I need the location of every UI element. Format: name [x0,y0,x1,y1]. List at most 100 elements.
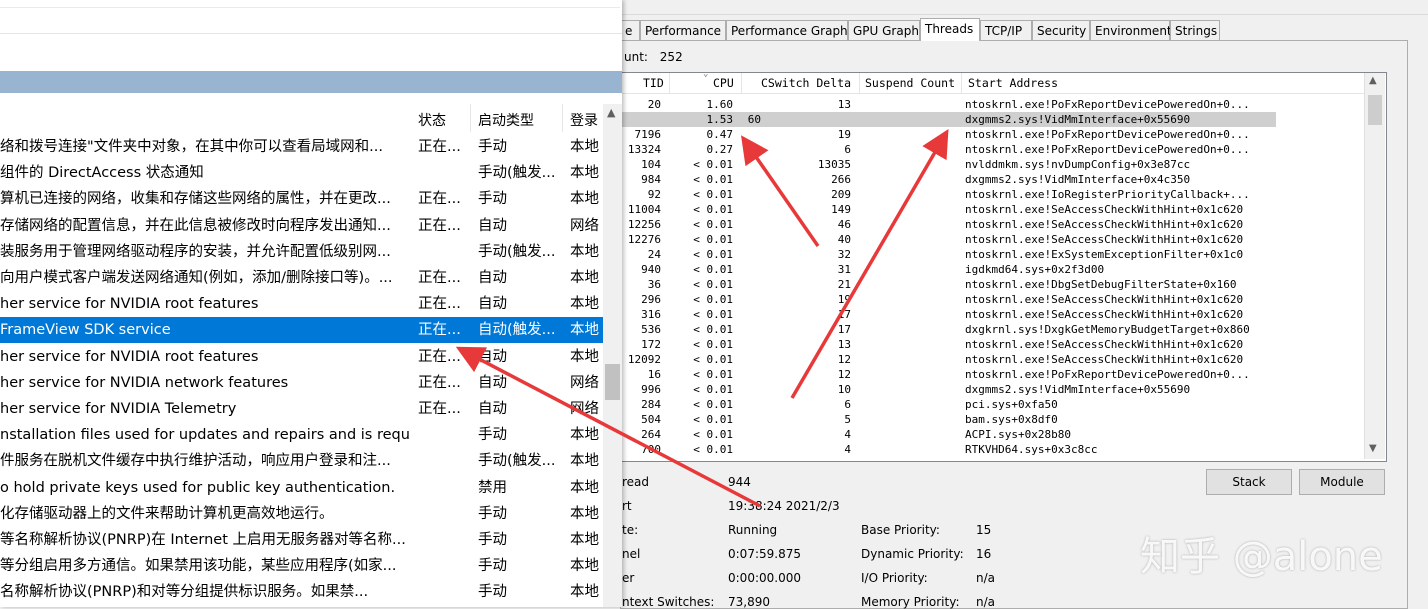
thread-row[interactable]: 13324 0.27 6 ntoskrnl.exe!PoFxReportDeviceP… [621,142,1366,157]
scroll-up-icon[interactable]: ▲ [1369,75,1377,86]
thread-cswitch-delta: 209 [831,188,851,201]
sort-indicator-icon: ⌄ [703,72,709,79]
tab-tcpip[interactable]: TCP/IP [980,20,1032,40]
service-row[interactable]: o hold private keys used for public key … [0,475,604,501]
thread-row[interactable]: 11004 < 0.01 149 ntoskrnl.exe!SeAccessCheck… [621,202,1366,217]
tab-threads[interactable]: Threads [920,18,980,41]
thread-start-address: dxgmms2.sys!VidMmInterface+0x4c350 [965,173,1191,186]
service-row[interactable]: 络和拨号连接"文件夹中对象，在其中你可以查看局域网和... 正在... 手动 本地 [0,134,604,160]
thread-row[interactable]: 172 < 0.01 13 ntoskrnl.exe!SeAccessCheckWit… [621,337,1366,352]
thread-cswitch-delta: 4 [844,428,851,441]
detail-base-priority-label: Base Priority: [861,523,940,537]
tab-image-partial[interactable]: e [620,20,640,40]
service-row[interactable]: nstallation files used for updates and r… [0,422,604,448]
scroll-thumb[interactable] [1368,95,1382,125]
thread-start-address: dxgmms2.sys!VidMmInterface+0x55690 [965,113,1191,126]
thread-row[interactable]: 36 < 0.01 21 ntoskrnl.exe!DbgSetDebugFilter… [621,277,1366,292]
service-row[interactable]: her service for NVIDIA root features 正在..… [0,291,604,317]
service-row[interactable]: 算机已连接的网络，收集和存储这些网络的属性，并在更改... 正在... 手动 本地 [0,186,604,212]
col-start-address[interactable]: Start Address [968,76,1058,90]
service-row[interactable]: 等名称解析协议(PNRP)在 Internet 上启用无服务器对等名称... 手动… [0,527,604,553]
service-logon: 本地 [570,479,599,496]
col-logon[interactable]: 登录 [570,110,598,130]
thread-start-address: ntoskrnl.exe!SeAccessCheckWithHint+0x1c6… [965,218,1244,231]
thread-row[interactable]: 9441.5360dxgmms2.sys!VidMmInterface+0x55… [621,112,1276,127]
thread-tid: 12276 [627,233,661,246]
thread-row[interactable]: 104 < 0.01 13035 nvlddmkm.sys!nvDumpConfig+… [621,157,1366,172]
tab-environment[interactable]: Environment [1090,20,1172,40]
thread-start-address: igdkmd64.sys+0x2f3d00 [965,263,1105,276]
col-status[interactable]: 状态 [418,110,446,130]
thread-list[interactable]: TID ⌄ CPU CSwitch Delta Suspend Count St… [620,72,1387,462]
stack-button[interactable]: Stack [1206,469,1292,495]
thread-tid: 20 [647,98,661,111]
thread-row[interactable]: 12256 < 0.01 46 ntoskrnl.exe!SeAccessCheckW… [621,217,1366,232]
thread-row[interactable]: 536 < 0.01 17 dxgkrnl.sys!DxgkGetMemoryBudg… [621,322,1366,337]
detail-start-value: 19:38:24 2021/2/3 [728,499,840,513]
service-row[interactable]: her service for NVIDIA Telemetry 正在... 自动 网… [0,396,604,422]
service-row[interactable]: 组件的 DirectAccess 状态通知 手动(触发... 本地 [0,160,604,186]
tab-gpu-graph[interactable]: GPU Graph [848,20,920,40]
detail-user-value: 0:00:00.000 [728,571,801,585]
thread-row[interactable]: 264 < 0.01 4 ACPI.sys+0x28b80 [621,427,1366,442]
service-row[interactable]: 件服务在脱机文件缓存中执行维护活动，响应用户登录和注... 手动(触发... 本地 [0,448,604,474]
thread-row[interactable]: 7196 0.47 19 ntoskrnl.exe!PoFxReportDeviceP… [621,127,1366,142]
service-logon: 本地 [570,505,599,522]
thread-row[interactable]: 12276 < 0.01 40 ntoskrnl.exe!SeAccessCheckW… [621,232,1366,247]
col-suspend-count[interactable]: Suspend Count [865,76,955,90]
thread-cswitch-delta: 5 [844,413,851,426]
thread-list-scrollbar[interactable]: ▲ ▼ [1364,73,1385,459]
service-row[interactable]: 等分组启用多方通信。如果禁用该功能，某些应用程序(如家... 手动 本地 [0,553,604,579]
service-row[interactable]: FrameView SDK service 正在... 自动(触发... 本地 [0,317,604,344]
service-row[interactable]: her service for NVIDIA network features 正… [0,370,604,396]
col-tid[interactable]: TID [643,76,664,90]
service-startup-type: 手动(触发... [478,165,556,182]
thread-row[interactable]: 284 < 0.01 6 pci.sys+0xfa50 [621,397,1366,412]
service-row[interactable]: 化存储驱动器上的文件来帮助计算机更高效地运行。 手动 本地 [0,501,604,527]
thread-row[interactable]: 12092 < 0.01 12 ntoskrnl.exe!SeAccessCheckW… [621,352,1366,367]
thread-row[interactable]: 940 < 0.01 31 igdkmd64.sys+0x2f3d00 [621,262,1366,277]
thread-cpu: < 0.01 [693,323,733,336]
thread-tid: 24 [647,248,661,261]
thread-count: unt: 252 [624,50,683,64]
scroll-down-icon[interactable]: ▼ [1369,443,1377,454]
services-scrollbar[interactable]: ▲ [603,104,622,607]
service-status: 正在... [418,217,461,234]
module-button[interactable]: Module [1299,469,1385,495]
col-startup-type[interactable]: 启动类型 [478,110,534,130]
scroll-thumb[interactable] [605,364,620,400]
col-cpu[interactable]: CPU [713,76,734,90]
thread-cswitch-delta: 46 [837,218,851,231]
service-row[interactable]: her service for NVIDIA root features 正在..… [0,344,604,370]
tab-performance[interactable]: Performance [640,20,726,40]
service-row[interactable]: 装服务用于管理网络驱动程序的安装，并允许配置低级别网... 手动(触发... 本地 [0,239,604,265]
thread-cswitch-delta: 32 [837,248,851,261]
thread-cswitch-delta: 13 [837,338,851,351]
service-row[interactable]: 向用户模式客户端发送网络通知(例如，添加/删除接口等)。... 正在... 自动 本地 [0,265,604,291]
tab-strings[interactable]: Strings [1170,20,1220,40]
thread-start-address: ntoskrnl.exe!IoRegisterPriorityCallback+… [965,188,1250,201]
service-row[interactable]: 存储网络的配置信息，并在此信息被修改时向程序发出通知... 正在... 自动 网络 [0,213,604,239]
thread-row[interactable]: 92 < 0.01 209 ntoskrnl.exe!IoRegisterPriori… [621,187,1366,202]
thread-row[interactable]: 296 < 0.01 19 ntoskrnl.exe!SeAccessCheckWit… [621,292,1366,307]
thread-row[interactable]: 504 < 0.01 5 bam.sys+0x8df0 [621,412,1366,427]
tab-performance-graph[interactable]: Performance Graph [726,20,848,40]
detail-start-label: rt [622,499,632,513]
thread-row[interactable]: 20 1.60 13 ntoskrnl.exe!PoFxReportDevicePow… [621,97,1366,112]
thread-row[interactable]: 16 < 0.01 12 ntoskrnl.exe!PoFxReportDeviceP… [621,367,1366,382]
thread-start-address: ntoskrnl.exe!SeAccessCheckWithHint+0x1c6… [965,203,1244,216]
thread-tid: 296 [641,293,661,306]
scroll-up-icon[interactable]: ▲ [607,106,615,119]
thread-cswitch-delta: 266 [831,173,851,186]
service-logon: 本地 [570,296,599,313]
tab-security[interactable]: Security [1032,20,1090,40]
thread-row[interactable]: 24 < 0.01 32 ntoskrnl.exe!ExSystemException… [621,247,1366,262]
thread-row[interactable]: 700 < 0.01 4 RTKVHD64.sys+0x3c8cc [621,442,1366,457]
thread-row[interactable]: 316 < 0.01 17 ntoskrnl.exe!SeAccessCheckWit… [621,307,1366,322]
service-description: 算机已连接的网络，收集和存储这些网络的属性，并在更改... [0,191,391,208]
col-cswitch-delta[interactable]: CSwitch Delta [761,76,851,90]
service-description: 件服务在脱机文件缓存中执行维护活动，响应用户登录和注... [0,453,391,470]
thread-row[interactable]: 996 < 0.01 10 dxgmms2.sys!VidMmInterface+0x… [621,382,1366,397]
thread-row[interactable]: 984 < 0.01 266 dxgmms2.sys!VidMmInterface+0… [621,172,1366,187]
service-row[interactable]: 名称解析协议(PNRP)和对等分组提供标识服务。如果禁... 手动 本地 [0,579,604,605]
